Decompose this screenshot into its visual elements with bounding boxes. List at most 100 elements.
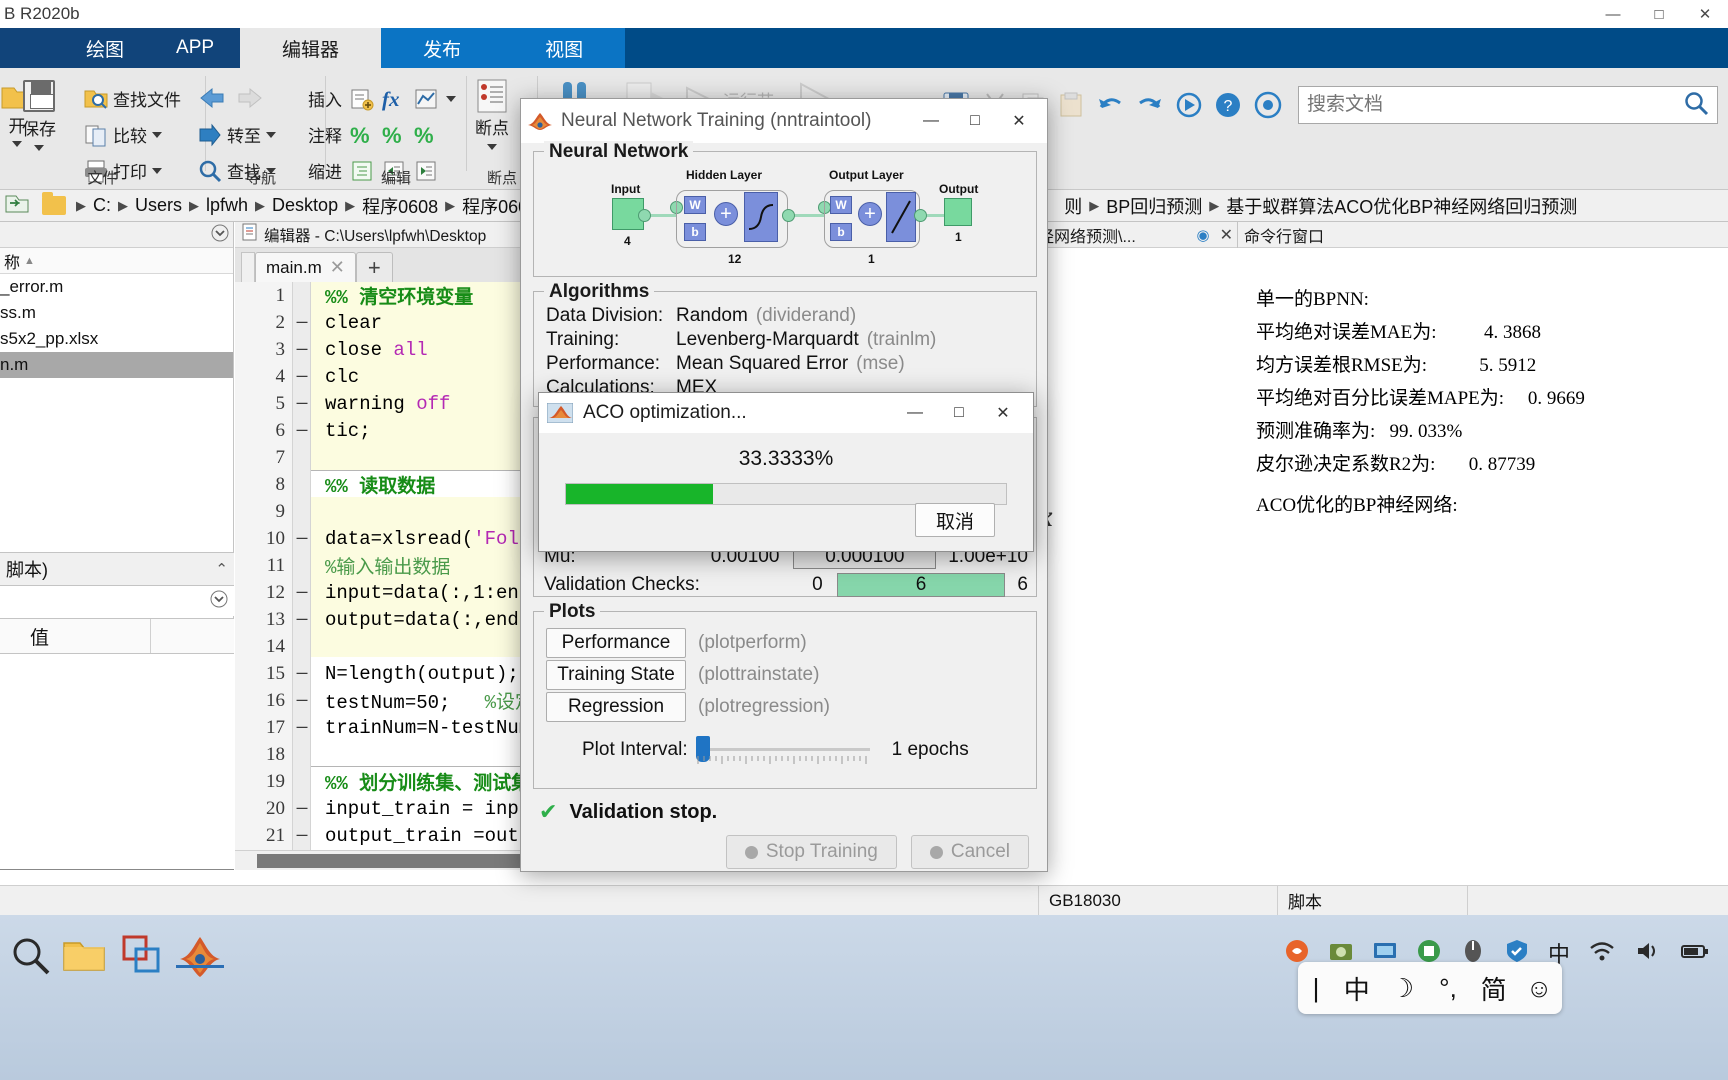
chevron-down-icon[interactable] — [266, 131, 276, 138]
aco-dialog-minimize-button[interactable]: — — [893, 393, 937, 433]
executable-marker[interactable]: — — [293, 718, 311, 738]
aco-cancel-button[interactable]: 取消 — [915, 503, 995, 537]
chevron-down-icon[interactable] — [152, 131, 162, 138]
aco-dialog-close-button[interactable]: ✕ — [981, 393, 1025, 433]
breadcrumb-item-partial[interactable]: 则 — [1061, 193, 1085, 219]
ime-emoji-icon[interactable]: ☺ — [1516, 962, 1562, 1014]
search-documentation-box[interactable] — [1298, 86, 1718, 124]
ime-moon-icon[interactable]: ☽ — [1380, 962, 1426, 1014]
taskbar-search-icon[interactable] — [8, 933, 52, 982]
breadcrumb-item-c[interactable]: C: — [90, 195, 114, 216]
cancel-training-button[interactable]: Cancel — [910, 835, 1029, 869]
redo-icon[interactable] — [1135, 91, 1165, 124]
breadcrumb-item-lpfwh[interactable]: lpfwh — [203, 195, 251, 216]
chevron-down-icon[interactable] — [34, 145, 44, 151]
breadcrumb-item-desktop[interactable]: Desktop — [269, 195, 341, 216]
paste-icon[interactable] — [1057, 91, 1085, 124]
tab-plots[interactable]: 绘图 — [60, 28, 151, 68]
goto-button[interactable]: 转至 — [198, 122, 276, 147]
executable-marker[interactable]: — — [293, 799, 311, 819]
regression-plot-button[interactable]: Regression — [546, 692, 686, 722]
breadcrumb-item-prog1[interactable]: 程序0608 — [359, 193, 441, 219]
compare-button[interactable]: 比较 — [84, 122, 162, 147]
ime-floating-bar[interactable]: | 中 ☽ °, 简 ☺ — [1298, 962, 1562, 1014]
collapse-icon[interactable]: ⌃ — [215, 560, 228, 578]
panel-options-icon[interactable] — [210, 590, 228, 613]
insert-section-icon[interactable] — [350, 87, 374, 111]
editor-tab-grip[interactable] — [241, 252, 255, 282]
breadcrumb-item-aco[interactable]: 基于蚁群算法ACO优化BP神经网络回归预测 — [1223, 193, 1580, 219]
taskbar-file-explorer-icon[interactable] — [62, 933, 106, 982]
ime-handle[interactable]: | — [1298, 962, 1334, 1014]
list-item[interactable]: n.m — [0, 352, 233, 378]
aco-dialog-maximize-button[interactable]: □ — [937, 393, 981, 433]
editor-tab-main-m[interactable]: main.m ✕ — [255, 252, 356, 282]
executable-marker[interactable]: — — [293, 610, 311, 630]
ime-punctuation-button[interactable]: °, — [1425, 962, 1471, 1014]
executable-marker[interactable]: — — [293, 529, 311, 549]
executable-marker[interactable]: — — [293, 421, 311, 441]
uncomment-icon[interactable]: % — [382, 123, 406, 148]
current-folder-icon[interactable] — [0, 191, 36, 220]
tab-apps[interactable]: APP — [150, 28, 241, 68]
file-list-column-header[interactable]: 称 ▲ — [0, 248, 233, 274]
command-window-output[interactable]: 单一的BPNN: 平均绝对误差MAE为: 4. 3868 均方误差根RMSE为:… — [1238, 248, 1728, 870]
search-input[interactable] — [1307, 94, 1683, 116]
insert-fi-icon[interactable] — [414, 87, 438, 111]
search-icon[interactable] — [1683, 90, 1709, 121]
comment-row[interactable]: 注释 % % % — [308, 122, 438, 148]
window-minimize-button[interactable]: — — [1590, 0, 1636, 28]
save-button[interactable]: 保存 — [22, 80, 56, 151]
insert-row[interactable]: 插入 fx — [308, 86, 456, 111]
chevron-down-icon[interactable] — [446, 95, 456, 102]
taskbar-snip-icon[interactable] — [120, 933, 164, 982]
tray-battery-icon[interactable] — [1680, 938, 1710, 969]
list-item[interactable]: ss.m — [0, 300, 233, 326]
tab-publish[interactable]: 发布 — [381, 28, 504, 68]
find-files-button[interactable]: 查找文件 — [84, 86, 181, 111]
chevron-down-icon[interactable] — [12, 141, 22, 147]
close-icon[interactable]: ✕ — [1220, 225, 1233, 245]
back-arrow-icon[interactable] — [198, 86, 224, 110]
tray-wifi-icon[interactable] — [1588, 938, 1616, 969]
window-close-button[interactable]: ✕ — [1682, 0, 1728, 28]
executable-marker[interactable]: — — [293, 664, 311, 684]
nn-dialog-maximize-button[interactable]: □ — [953, 101, 997, 141]
cursor-icon[interactable] — [1175, 91, 1203, 124]
comment-percent-icon[interactable]: % — [350, 123, 374, 148]
pin-icon[interactable]: ◉ — [1197, 226, 1210, 244]
executable-marker[interactable]: — — [293, 340, 311, 360]
new-tab-button[interactable]: + — [355, 252, 393, 282]
executable-marker[interactable]: — — [293, 367, 311, 387]
list-item[interactable]: s5x2_pp.xlsx — [0, 326, 233, 352]
help-icon[interactable]: ? — [1213, 90, 1243, 125]
plot-interval-slider[interactable] — [695, 736, 872, 764]
breadcrumb-item-bp[interactable]: BP回归预测 — [1103, 193, 1205, 219]
tray-volume-icon[interactable] — [1634, 938, 1662, 969]
forward-arrow-icon[interactable] — [236, 86, 262, 110]
nn-dialog-close-button[interactable]: ✕ — [997, 101, 1041, 141]
list-item[interactable]: _error.m — [0, 274, 233, 300]
executable-marker[interactable]: — — [293, 826, 311, 846]
executable-marker[interactable]: — — [293, 691, 311, 711]
breadcrumb-item-users[interactable]: Users — [132, 195, 185, 216]
breakpoint-button[interactable]: 断点 — [475, 78, 509, 150]
executable-marker[interactable]: — — [293, 583, 311, 603]
undo-icon[interactable] — [1095, 91, 1125, 124]
panel-options-icon[interactable] — [211, 224, 229, 246]
performance-plot-button[interactable]: Performance — [546, 628, 686, 658]
wrap-comment-icon[interactable]: % — [414, 123, 438, 148]
chevron-down-icon[interactable] — [487, 144, 497, 150]
training-state-plot-button[interactable]: Training State — [546, 660, 686, 690]
executable-marker[interactable]: — — [293, 313, 311, 333]
community-icon[interactable] — [1253, 90, 1283, 125]
tab-view[interactable]: 视图 — [503, 28, 626, 68]
close-icon[interactable]: ✕ — [330, 257, 345, 278]
nn-dialog-minimize-button[interactable]: — — [909, 101, 953, 141]
insert-function-icon[interactable]: fx — [382, 87, 406, 111]
ime-simplified-button[interactable]: 简 — [1471, 962, 1517, 1014]
aco-optimization-dialog[interactable]: ACO optimization... — □ ✕ 33.3333% 取消 — [538, 392, 1034, 552]
window-maximize-button[interactable]: □ — [1636, 0, 1682, 28]
stop-training-button[interactable]: Stop Training — [725, 835, 897, 869]
executable-marker[interactable]: — — [293, 394, 311, 414]
